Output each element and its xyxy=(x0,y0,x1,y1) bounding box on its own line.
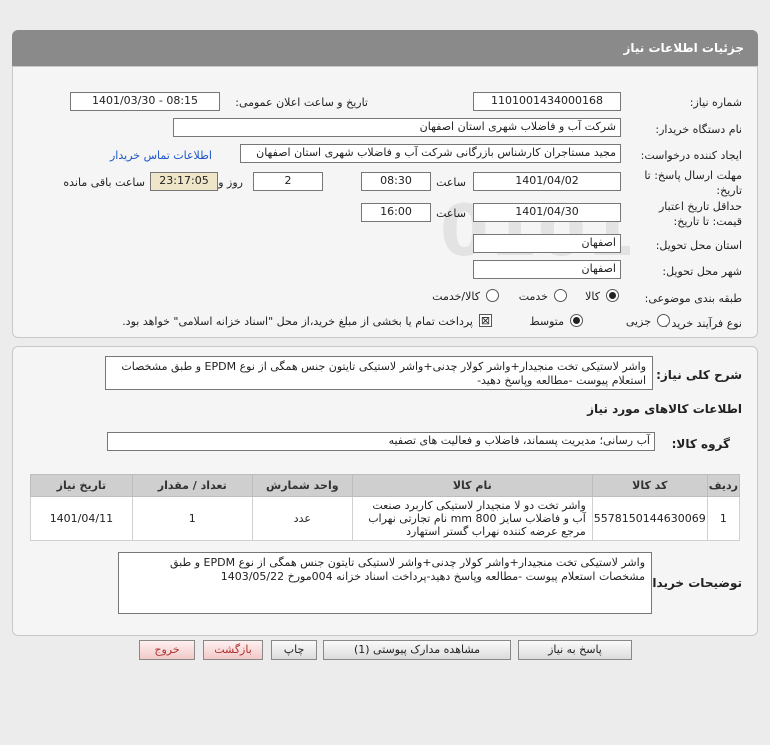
col-unit: واحد شمارش xyxy=(251,474,353,497)
reply-deadline-label: مهلت ارسال پاسخ: تا تاریخ: xyxy=(644,168,742,198)
category-goods-service-label: کالا/خدمت xyxy=(432,290,480,303)
goods-group-field: آب رسانی؛ مدیریت پسماند، فاضلاب و فعالیت… xyxy=(107,432,655,451)
buyer-notes-label: توضیحات خریدار: xyxy=(640,576,742,590)
exit-button[interactable]: خروج xyxy=(139,640,195,660)
goods-info-heading: اطلاعات کالاهای مورد نیاز xyxy=(587,402,742,416)
delivery-province-label: استان محل تحویل: xyxy=(655,239,742,252)
days-field: 2 xyxy=(253,172,323,191)
cell-name: واشر تخت دو لا منجیدار لاستیکی کاربرد صن… xyxy=(351,496,593,541)
cell-row: 1 xyxy=(706,496,741,541)
treasury-payment-checkbox[interactable]: ⊠ xyxy=(479,314,492,327)
buyer-contact-link[interactable]: اطلاعات تماس خریدار xyxy=(110,149,212,162)
category-service-radio[interactable] xyxy=(554,289,567,302)
buyer-notes-box: واشر لاستیکی تخت منجیدار+واشر کولار چدنی… xyxy=(118,552,652,614)
delivery-city-label: شهر محل تحویل: xyxy=(662,265,742,278)
page-title: جزئیات اطلاعات نیاز xyxy=(623,41,744,55)
col-code: کد کالا xyxy=(591,474,708,497)
price-validity-label-1: حداقل تاریخ اعتبار xyxy=(658,200,742,213)
process-medium-label: متوسط xyxy=(529,315,564,328)
process-minor-radio[interactable] xyxy=(657,314,670,327)
reply-deadline-label-1: مهلت ارسال پاسخ: تا xyxy=(644,169,742,182)
process-minor-label: جزیی xyxy=(625,315,651,328)
col-row: ردیف xyxy=(706,474,741,497)
requester-label: ایجاد کننده درخواست: xyxy=(640,149,742,162)
cell-date: 1401/04/11 xyxy=(30,496,133,541)
process-type-label: نوع فرآیند خرید : xyxy=(664,317,742,330)
validity-date-field: 1401/04/30 xyxy=(473,203,621,222)
general-desc-box: واشر لاستیکی تخت منجیدار+واشر کولار چدنی… xyxy=(105,356,653,390)
back-button[interactable]: بازگشت xyxy=(203,640,263,660)
validity-time-label: ساعت xyxy=(436,207,466,220)
announce-datetime-label: تاریخ و ساعت اعلان عمومی: xyxy=(235,96,368,109)
category-goods-radio[interactable] xyxy=(606,289,619,302)
category-goods-label: کالا xyxy=(585,290,600,303)
process-medium-radio[interactable] xyxy=(570,314,583,327)
reply-date-field: 1401/04/02 xyxy=(473,172,621,191)
goods-table: ردیف کد کالا نام کالا واحد شمارش تعداد /… xyxy=(30,474,741,541)
table-row: 1 5578150144630069 واشر تخت دو لا منجیدا… xyxy=(30,496,741,541)
cell-unit: عدد xyxy=(251,496,353,541)
general-desc-label: شرح کلی نیاز: xyxy=(656,368,742,382)
delivery-province-field: اصفهان xyxy=(473,234,621,253)
col-qty: تعداد / مقدار xyxy=(131,474,253,497)
announce-datetime-field: 1401/03/30 - 08:15 xyxy=(70,92,220,111)
category-goods-service-radio[interactable] xyxy=(486,289,499,302)
page-header: جزئیات اطلاعات نیاز xyxy=(12,30,758,66)
reply-deadline-label-2: تاریخ: xyxy=(716,184,742,197)
col-name: نام کالا xyxy=(351,474,593,497)
remaining-time-label: ساعت باقی مانده xyxy=(63,176,145,189)
goods-table-header: ردیف کد کالا نام کالا واحد شمارش تعداد /… xyxy=(30,474,741,497)
cell-qty: 1 xyxy=(131,496,253,541)
price-validity-label: حداقل تاریخ اعتبار قیمت: تا تاریخ: xyxy=(659,199,742,229)
requester-field: مجید مستاجران کارشناس بازرگانی شرکت آب و… xyxy=(240,144,621,163)
cell-code: 5578150144630069 xyxy=(591,496,708,541)
goods-group-label: گروه کالا: xyxy=(671,437,730,451)
reply-time-label: ساعت xyxy=(436,176,466,189)
buyer-org-field: شرکت آب و فاضلاب شهری استان اصفهان xyxy=(173,118,621,137)
view-attachments-button[interactable]: مشاهده مدارک پیوستی (1) xyxy=(323,640,511,660)
category-service-label: خدمت xyxy=(518,290,548,303)
delivery-city-field: اصفهان xyxy=(473,260,621,279)
print-button[interactable]: چاپ xyxy=(271,640,317,660)
validity-time-field: 16:00 xyxy=(361,203,431,222)
buyer-org-label: نام دستگاه خریدار: xyxy=(655,123,742,136)
col-date: تاریخ نیاز xyxy=(30,474,133,497)
subject-category-label: طبقه بندی موضوعی: xyxy=(644,292,742,305)
remaining-time-field: 23:17:05 xyxy=(150,172,218,191)
price-validity-label-2: قیمت: تا تاریخ: xyxy=(673,215,742,228)
need-number-label: شماره نیاز: xyxy=(689,96,742,109)
reply-time-field: 08:30 xyxy=(361,172,431,191)
need-number-field: 1101001434000168 xyxy=(473,92,621,111)
days-label: روز و xyxy=(218,176,243,189)
payment-note: پرداخت تمام یا بخشی از مبلغ خرید،از محل … xyxy=(122,315,473,328)
reply-to-need-button[interactable]: پاسخ به نیاز xyxy=(518,640,632,660)
